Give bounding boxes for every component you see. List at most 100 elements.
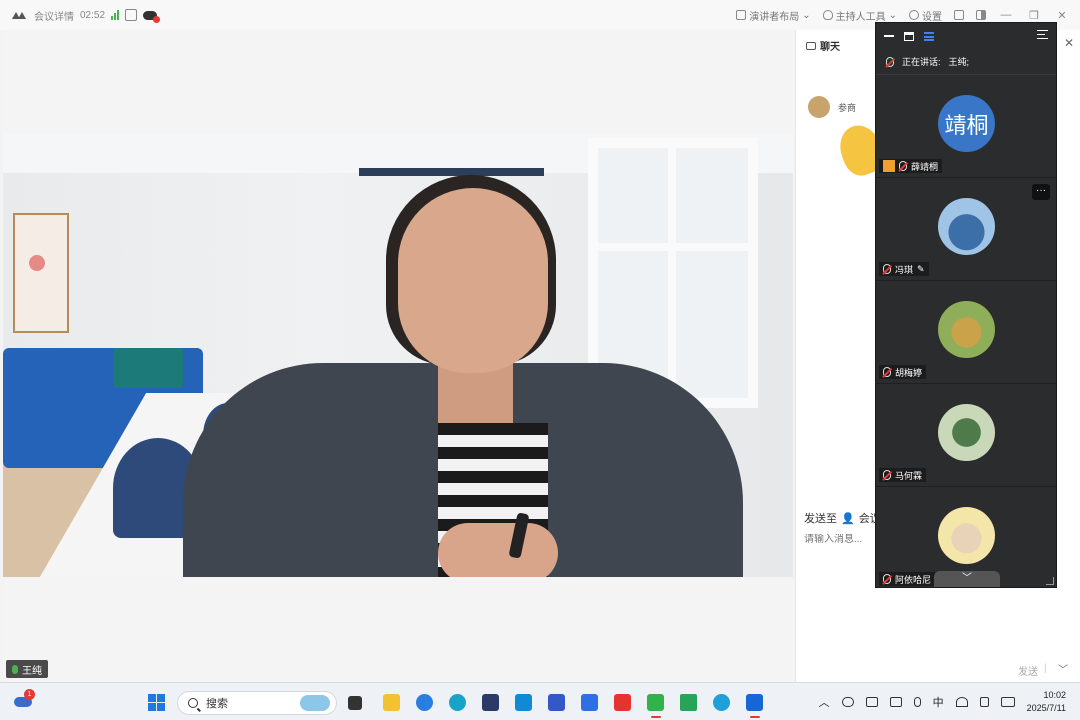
avatar (938, 507, 995, 564)
meeting-info-button[interactable]: 会议详情 (34, 8, 74, 23)
window-mode-icon[interactable] (904, 31, 914, 41)
participant-name-tag: 胡梅婷 (879, 365, 927, 379)
chevron-up-icon[interactable]: ︿ (819, 694, 830, 710)
speaker-name: 王纯 (22, 665, 42, 677)
chat-title-text: 聊天 (820, 42, 840, 53)
battery-icon[interactable] (1000, 697, 1015, 707)
layout-icon (736, 10, 747, 20)
cloud-sync-icon[interactable] (841, 697, 854, 707)
send-to-label: 发送至 (804, 513, 837, 525)
cloud-record-icon[interactable] (143, 10, 161, 23)
network-signal-icon[interactable] (111, 10, 120, 20)
taskbar-search-box[interactable]: 搜索 (177, 691, 337, 715)
system-tray: ︿ 中 10:02 2025/7/11 (819, 683, 1080, 720)
resize-handle-icon[interactable] (1046, 577, 1054, 585)
participant-tile[interactable]: 马何霖 (876, 384, 1056, 487)
wifi-icon[interactable] (955, 697, 968, 707)
participant-name: 阿依哈尼 (895, 574, 932, 585)
docs-tray-icon[interactable] (865, 697, 878, 707)
shield-icon (822, 10, 833, 20)
list-view-icon[interactable] (924, 31, 934, 41)
share-link-icon[interactable] (125, 9, 138, 21)
feishu-icon[interactable] (581, 694, 598, 711)
host-tools-label: 主持人工具 (835, 11, 886, 23)
avatar: 靖桐 (938, 95, 995, 152)
minimize-panel-icon[interactable] (884, 35, 894, 37)
microphone-icon[interactable] (913, 697, 921, 707)
file-explorer-icon[interactable] (383, 694, 400, 711)
participant-name: 冯琪 (895, 264, 914, 275)
message-sender: 参商 (838, 102, 857, 113)
host-tools-button[interactable]: 主持人工具 ⌄ (822, 8, 897, 23)
mic-muted-icon (899, 161, 907, 171)
participant-name-tag: 马何霖 (879, 468, 927, 482)
avatar (808, 96, 830, 118)
windows-start-icon[interactable] (148, 694, 165, 711)
scroll-down-button[interactable]: ﹀ (934, 571, 1000, 587)
browser-icon[interactable] (416, 694, 433, 711)
notification-badge: 1 (24, 689, 35, 700)
host-badge-icon (883, 160, 895, 172)
participant-tile[interactable]: 胡梅婷 (876, 281, 1056, 384)
store-icon[interactable] (482, 694, 499, 711)
send-to-selector[interactable]: 发送至 👤 会议 (804, 510, 881, 526)
network-share-icon[interactable] (889, 697, 902, 707)
panel-menu-icon[interactable] (1037, 30, 1048, 39)
avatar (938, 301, 995, 358)
search-highlight-icon (300, 695, 330, 711)
maximize-button[interactable]: ❐ (1026, 9, 1042, 22)
chat-close-button[interactable]: ✕ (1064, 36, 1074, 50)
settings-button[interactable]: 设置 (909, 8, 942, 23)
title-bar-left: 会议详情 02:52 (0, 8, 161, 23)
speaker-video[interactable] (3, 133, 793, 577)
mic-muted-icon (883, 367, 891, 377)
mic-active-icon (12, 664, 18, 674)
speaker-hand (438, 523, 558, 577)
mic-muted-icon (886, 56, 894, 67)
settings-label: 设置 (922, 11, 942, 23)
participant-name-tag: 冯琪 ✎ (879, 262, 929, 276)
mic-muted-icon (883, 574, 891, 584)
input-method-indicator[interactable]: 中 (933, 694, 944, 710)
sidebar-toggle-icon[interactable] (976, 10, 986, 20)
participant-tile[interactable]: 靖桐 薛靖桐 (876, 75, 1056, 178)
mic-muted-icon (883, 264, 891, 274)
search-icon (188, 698, 198, 708)
edge-icon[interactable] (449, 694, 466, 711)
system-clock[interactable]: 10:02 2025/7/11 (1027, 689, 1066, 715)
docs-icon[interactable] (548, 694, 565, 711)
participant-name-tag: 阿依哈尼 (879, 572, 936, 586)
chevron-down-icon: ⌄ (802, 9, 811, 21)
chevron-down-icon: ⌄ (888, 9, 897, 21)
video-poster (13, 213, 69, 333)
wps-icon[interactable] (614, 694, 631, 711)
participant-name: 薛靖桐 (911, 161, 939, 172)
participant-name: 马何霖 (895, 470, 923, 481)
close-window-button[interactable]: ✕ (1054, 9, 1070, 22)
more-options-button[interactable]: ··· (1032, 184, 1050, 200)
wechat-icon[interactable] (647, 694, 664, 718)
gallery-toolbar (876, 23, 1056, 49)
send-button[interactable]: 发送 (1018, 663, 1038, 678)
presenter-layout-button[interactable]: 演讲者布局 ⌄ (736, 8, 811, 23)
qq-icon[interactable] (713, 694, 730, 711)
participant-tile[interactable]: ··· 冯琪 ✎ (876, 178, 1056, 281)
volume-icon[interactable] (979, 697, 989, 707)
weather-widget[interactable]: 1 (14, 689, 35, 709)
speaker-name-tag: 王纯 (6, 660, 48, 678)
app-icon[interactable] (515, 694, 532, 711)
avatar (938, 198, 995, 255)
screen-share-icon[interactable] (680, 694, 697, 711)
windows-taskbar: 1 搜索 ︿ 中 10:02 2025/7/11 (0, 682, 1080, 720)
search-placeholder: 搜索 (206, 698, 228, 710)
presenter-layout-label: 演讲者布局 (749, 11, 800, 23)
send-options-chevron-icon[interactable]: ﹀ (1058, 661, 1068, 676)
minimize-button[interactable]: — (998, 9, 1014, 21)
send-separator: | (1044, 663, 1047, 674)
task-view-icon[interactable] (348, 696, 362, 710)
meeting-app-icon[interactable] (746, 694, 763, 718)
mic-muted-icon (883, 470, 891, 480)
speaker-face (398, 188, 548, 373)
fullscreen-icon[interactable] (954, 10, 964, 20)
gear-icon (909, 10, 919, 20)
